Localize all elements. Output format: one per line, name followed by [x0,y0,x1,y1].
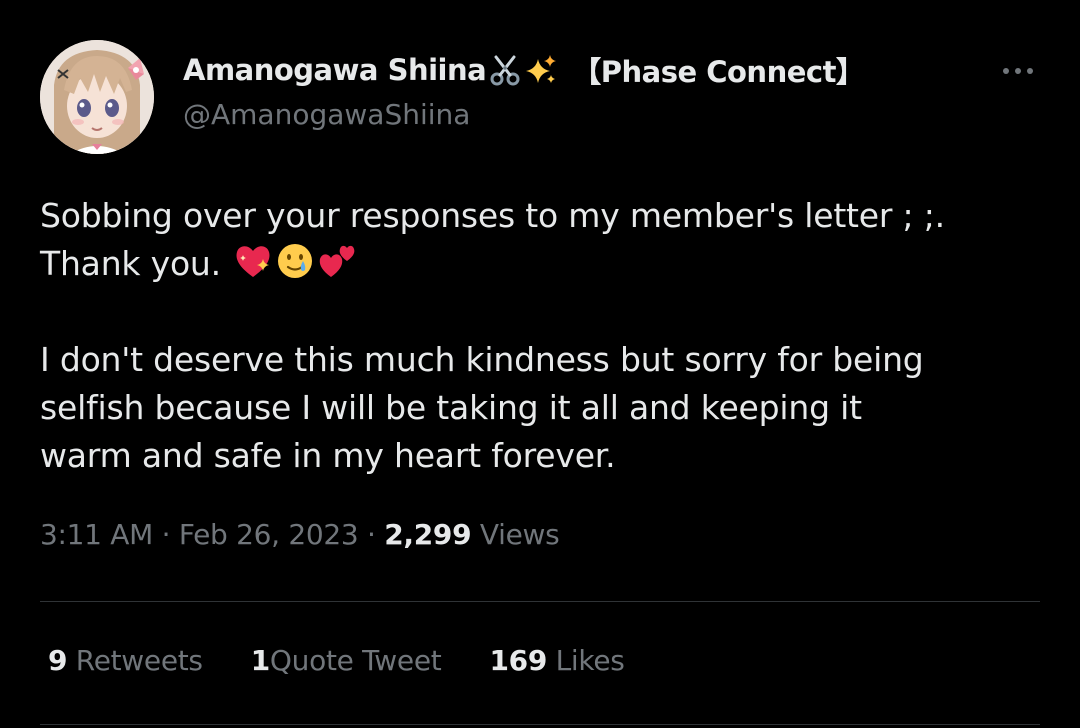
tweet-text-line: Sobbing over your responses to my member… [40,196,945,235]
engagement-stats: 9 Retweets 1Quote Tweet 169 Likes [48,644,673,677]
views-label: Views [479,518,560,551]
quotes-count: 1 [250,644,270,677]
tweet-text-line: warm and safe in my heart forever. [40,436,616,475]
quote-tweets-stat[interactable]: 1Quote Tweet [251,644,442,677]
more-options-button[interactable] [994,56,1042,86]
tweet-text-fragment: Thank you. [40,244,221,283]
author-affiliation: 【Phase Connect】 [572,55,865,89]
author-display-name[interactable]: Amanogawa Shiina [183,53,487,87]
author-name-row[interactable]: Amanogawa Shiina 【Phase Connect】 [183,50,865,90]
likes-stat[interactable]: 169 Likes [489,644,624,677]
smiling-face-with-tear-icon [275,241,315,281]
two-hearts-icon [317,241,357,281]
views-count: 2,299 [384,518,472,551]
retweets-label: Retweets [75,644,203,677]
tweet-text-line: I don't deserve this much kindness but s… [40,340,924,379]
tweet-text-line: selfish because I will be taking it all … [40,388,862,427]
meta-separator: · [367,518,376,551]
divider [40,724,1040,725]
retweets-stat[interactable]: 9 Retweets [48,644,203,677]
tweet-text-line: Thank you. [40,240,1050,288]
likes-label: Likes [555,644,625,677]
tweet-meta: 3:11 AM · Feb 26, 2023 · 2,299 Views [40,518,560,551]
avatar[interactable] [40,40,154,154]
tweet-time[interactable]: 3:11 AM [40,518,153,551]
meta-separator: · [161,518,171,551]
tweet-text: Sobbing over your responses to my member… [40,192,1050,480]
tweet-detail: Amanogawa Shiina 【Phase Connect】 @Amanog… [0,0,1080,728]
scissors-icon [488,53,522,87]
divider [40,601,1040,602]
retweets-count: 9 [48,644,68,677]
more-horizontal-icon [1003,68,1033,74]
author-handle[interactable]: @AmanogawaShiina [183,98,470,131]
sparkling-heart-icon [233,241,273,281]
tweet-date[interactable]: Feb 26, 2023 [179,518,359,551]
sparkles-icon [524,53,558,87]
likes-count: 169 [489,644,548,677]
quotes-label: Quote Tweet [269,644,442,677]
